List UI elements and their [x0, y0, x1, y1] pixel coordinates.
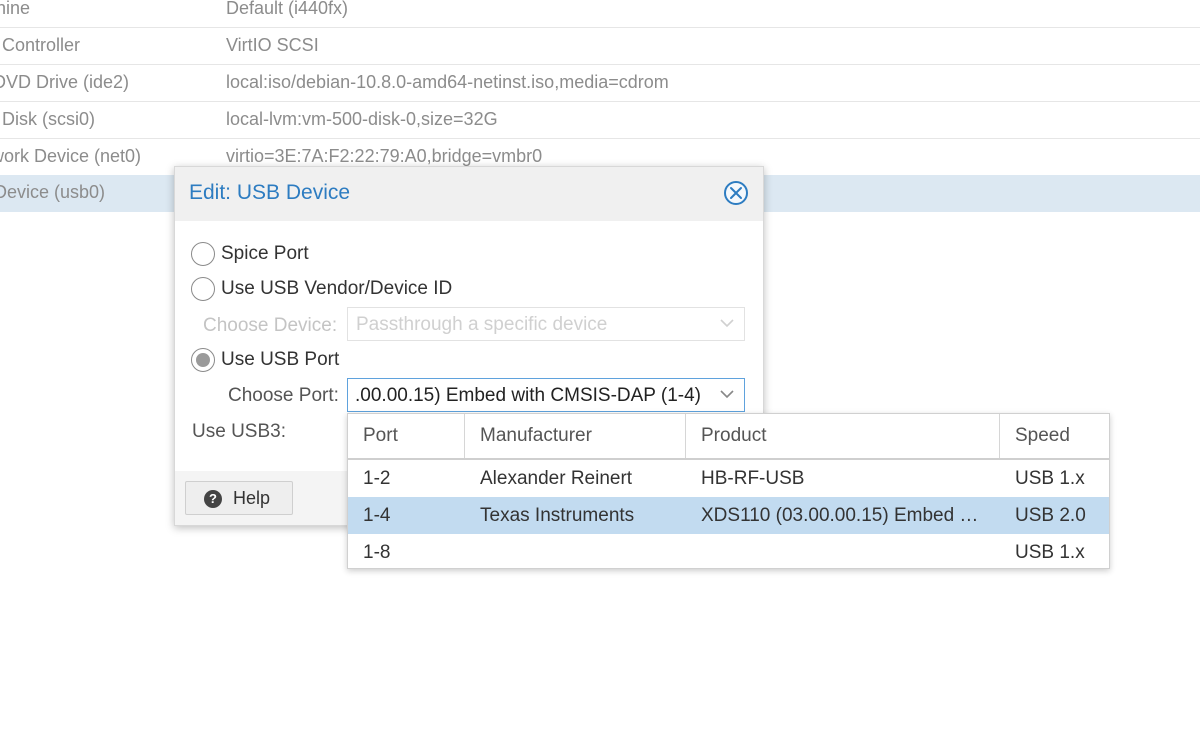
- product-cell: HB-RF-USB: [701, 468, 805, 489]
- column-header-label: Manufacturer: [480, 425, 592, 446]
- port-cell: 1-4: [363, 505, 391, 526]
- use-usb3-label: Use USB3:: [192, 421, 286, 442]
- choose-port-combobox[interactable]: .00.00.15) Embed with CMSIS-DAP (1-4): [347, 378, 745, 412]
- close-icon[interactable]: [724, 181, 748, 205]
- radio-label: Use USB Vendor/Device ID: [221, 278, 453, 299]
- column-header-port[interactable]: Port: [348, 414, 465, 458]
- hardware-key: l Disk (scsi0): [0, 109, 95, 129]
- dialog-title: Edit: USB Device: [189, 181, 351, 204]
- hardware-key: hine: [0, 0, 31, 18]
- radio-button[interactable]: [191, 242, 215, 266]
- column-header-label: Product: [701, 425, 767, 446]
- hardware-value: Default (i440fx): [226, 0, 349, 18]
- port-cell: 1-2: [363, 468, 391, 489]
- usb-port-dropdown: Port Manufacturer Product Speed 1-2 Alex…: [347, 413, 1110, 569]
- choose-port-value[interactable]: .00.00.15) Embed with CMSIS-DAP (1-4): [355, 385, 701, 407]
- column-header-speed[interactable]: Speed: [1000, 414, 1109, 458]
- choose-device-label: Choose Device:: [203, 315, 338, 336]
- speed-cell: USB 1.x: [1015, 468, 1085, 489]
- radio-button-checked[interactable]: [191, 348, 215, 372]
- hardware-key: Device (usb0): [0, 182, 106, 202]
- port-cell: 1-8: [363, 542, 391, 563]
- help-button-label: Help: [233, 488, 271, 508]
- hardware-key: DVD Drive (ide2): [0, 72, 130, 92]
- choose-device-combobox: Passthrough a specific device: [347, 307, 745, 341]
- choose-device-placeholder: Passthrough a specific device: [356, 314, 608, 335]
- chevron-down-icon: [720, 319, 734, 328]
- radio-label: Spice Port: [221, 243, 309, 264]
- hardware-value: VirtIO SCSI: [226, 35, 319, 55]
- port-row-selected[interactable]: 1-4 Texas Instruments XDS110 (03.00.00.1…: [348, 497, 1109, 534]
- column-header-manufacturer[interactable]: Manufacturer: [465, 414, 686, 458]
- column-header-product[interactable]: Product: [686, 414, 1000, 458]
- hardware-row-hard-disk[interactable]: l Disk (scsi0) local-lvm:vm-500-disk-0,s…: [0, 102, 1200, 139]
- choose-port-label: Choose Port:: [228, 385, 339, 406]
- radio-label: Use USB Port: [221, 349, 340, 370]
- grid-header: Port Manufacturer Product Speed: [348, 414, 1109, 460]
- speed-cell: USB 2.0: [1015, 505, 1086, 526]
- hardware-key: l Controller: [0, 35, 81, 55]
- help-button[interactable]: ? Help: [185, 481, 293, 515]
- dialog-header[interactable]: Edit: USB Device: [175, 167, 763, 221]
- hardware-row-scsi-controller[interactable]: l Controller VirtIO SCSI: [0, 28, 1200, 65]
- hardware-key: work Device (net0): [0, 146, 142, 166]
- manufacturer-cell: Texas Instruments: [480, 505, 635, 526]
- hardware-row-cd-dvd-drive[interactable]: DVD Drive (ide2) local:iso/debian-10.8.0…: [0, 65, 1200, 102]
- column-header-label: Port: [363, 425, 398, 446]
- question-circle-icon: ?: [204, 490, 222, 508]
- hardware-row-machine[interactable]: hine Default (i440fx): [0, 0, 1200, 28]
- hardware-value: local:iso/debian-10.8.0-amd64-netinst.is…: [226, 72, 669, 92]
- manufacturer-cell: Alexander Reinert: [480, 468, 633, 489]
- port-row[interactable]: 1-2 Alexander Reinert HB-RF-USB USB 1.x: [348, 460, 1109, 497]
- chevron-down-icon[interactable]: [720, 390, 734, 399]
- radio-button[interactable]: [191, 277, 215, 301]
- hardware-value: virtio=3E:7A:F2:22:79:A0,bridge=vmbr0: [226, 146, 543, 166]
- hardware-value: local-lvm:vm-500-disk-0,size=32G: [226, 109, 498, 129]
- column-header-label: Speed: [1015, 425, 1070, 446]
- product-cell: XDS110 (03.00.00.15) Embed …: [701, 505, 979, 526]
- port-row[interactable]: 1-8 USB 1.x: [348, 534, 1109, 571]
- speed-cell: USB 1.x: [1015, 542, 1085, 563]
